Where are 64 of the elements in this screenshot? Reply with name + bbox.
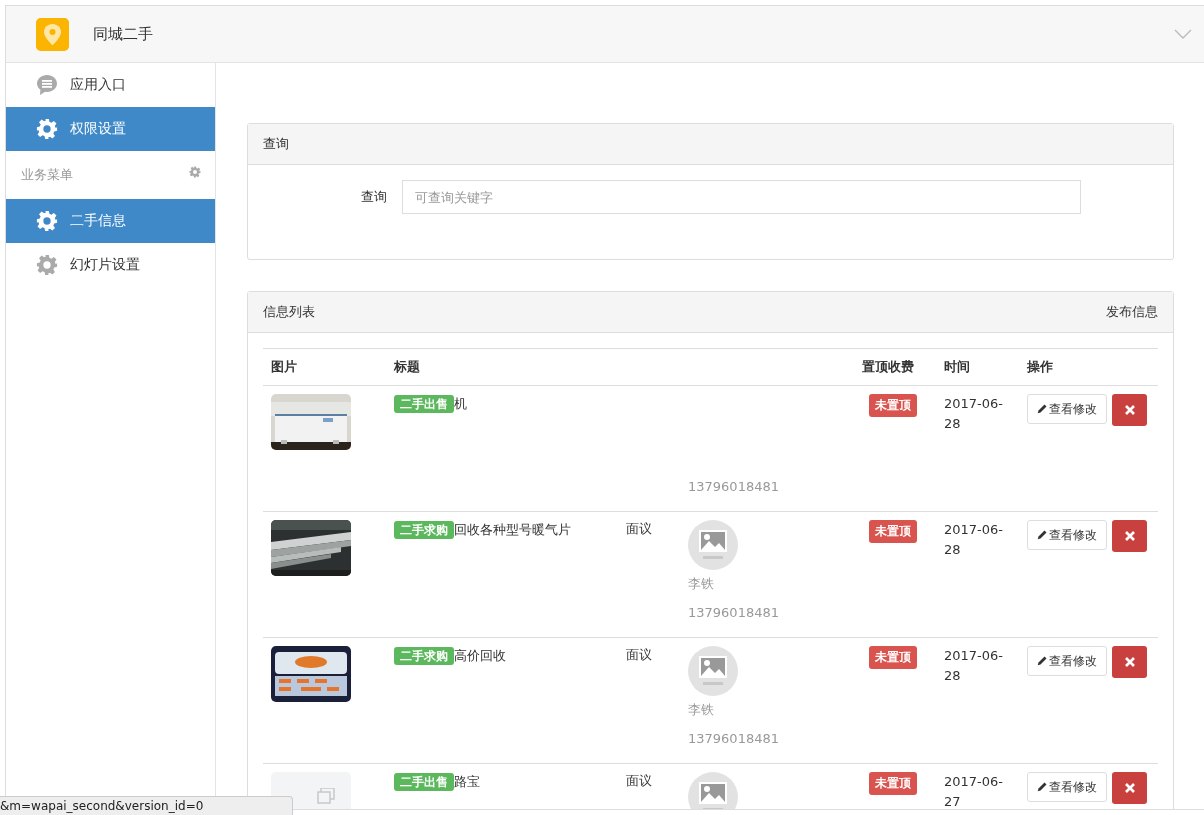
category-tag: 二手出售 <box>394 395 454 413</box>
section-title: 业务菜单 <box>21 166 73 184</box>
pin-status-label: 未置顶 <box>869 520 917 543</box>
contact-name: 李铁 <box>688 701 714 719</box>
edit-button[interactable]: 查看修改 <box>1027 646 1107 676</box>
image-icon <box>317 788 335 804</box>
item-title: 回收各种型号暖气片 <box>454 522 571 537</box>
sidebar-item[interactable]: 幻灯片设置 <box>6 243 215 287</box>
delete-button[interactable] <box>1112 646 1147 678</box>
edit-button[interactable]: 查看修改 <box>1027 520 1107 550</box>
close-icon <box>1124 531 1135 541</box>
pencil-icon <box>1037 782 1047 792</box>
gear-icon <box>189 166 201 178</box>
column-header: 标题 <box>393 358 421 376</box>
pencil-icon <box>1037 530 1047 540</box>
price-text: 面议 <box>626 521 652 536</box>
publish-link[interactable]: 发布信息 <box>1106 303 1158 321</box>
logo-icon <box>36 17 69 51</box>
item-title: 高价回收 <box>454 648 506 663</box>
app-title: 同城二手 <box>93 24 153 44</box>
pin-status-label: 未置顶 <box>869 646 917 669</box>
close-icon <box>1124 657 1135 667</box>
sidebar-item[interactable]: 权限设置 <box>6 107 215 151</box>
delete-button[interactable] <box>1112 394 1147 426</box>
phone-number: 13796018481 <box>688 478 779 496</box>
panel-title: 查询 <box>263 135 289 153</box>
column-header: 图片 <box>270 358 298 376</box>
close-icon <box>1124 783 1135 793</box>
field-label: 查询 <box>360 188 388 206</box>
chat-icon <box>36 74 58 96</box>
category-tag: 二手出售 <box>394 773 454 791</box>
status-url: &m=wapai_second&version_id=0 <box>0 796 293 815</box>
search-field[interactable]: 可查询关键字 <box>402 180 1081 214</box>
price-text: 面议 <box>626 647 652 662</box>
date-text: 2017-06-28 <box>944 648 1003 683</box>
gear-icon <box>36 210 58 232</box>
pin-status-label: 未置顶 <box>869 394 917 417</box>
date-text: 2017-06-27 <box>944 774 1003 809</box>
pencil-icon <box>1037 656 1047 666</box>
edit-button[interactable]: 查看修改 <box>1027 772 1107 802</box>
panel-title: 信息列表 <box>263 303 315 321</box>
pencil-icon <box>1037 404 1047 414</box>
gear-icon <box>36 254 58 276</box>
price-text: 面议 <box>626 773 652 788</box>
date-text: 2017-06-28 <box>944 522 1003 557</box>
item-title: 机 <box>454 396 467 411</box>
column-header: 置顶收费 <box>861 358 915 376</box>
edit-button[interactable]: 查看修改 <box>1027 394 1107 424</box>
delete-button[interactable] <box>1112 520 1147 552</box>
column-header: 操作 <box>1026 358 1054 376</box>
date-text: 2017-06-28 <box>944 396 1003 431</box>
contact-name: 李铁 <box>688 575 714 593</box>
item-title: 路宝 <box>454 774 480 789</box>
pin-status-label: 未置顶 <box>869 772 917 795</box>
delete-button[interactable] <box>1112 772 1147 804</box>
category-tag: 二手求购 <box>394 647 454 665</box>
close-icon <box>1124 405 1135 415</box>
gear-icon <box>36 118 58 140</box>
phone-number: 13796018481 <box>688 604 779 622</box>
sidebar-item[interactable]: 应用入口 <box>6 63 215 107</box>
phone-number: 13796018481 <box>688 730 779 748</box>
sidebar-item[interactable]: 二手信息 <box>6 199 215 243</box>
category-tag: 二手求购 <box>394 521 454 539</box>
column-header: 时间 <box>943 358 971 376</box>
